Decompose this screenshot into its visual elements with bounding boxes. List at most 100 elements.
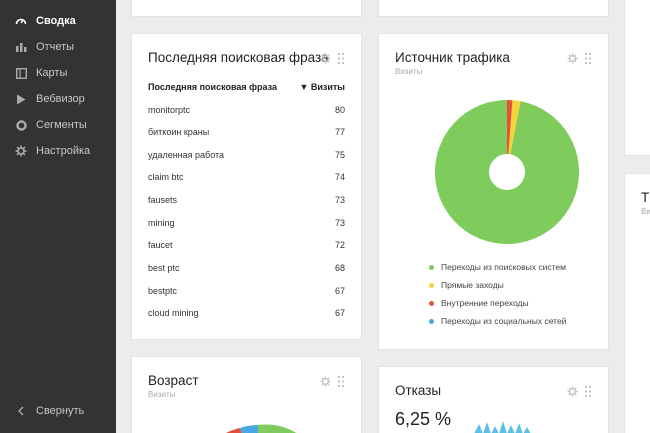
visits-cell: 80 bbox=[334, 105, 345, 115]
widget-age: Возраст Визиты bbox=[131, 356, 362, 433]
chevron-left-icon bbox=[15, 405, 27, 417]
visits-cell: 67 bbox=[334, 308, 345, 318]
gear-icon[interactable] bbox=[567, 51, 578, 69]
table-row: cloud mining 67 bbox=[148, 308, 345, 318]
gear-icon[interactable] bbox=[320, 51, 331, 69]
widget-title: Отказы bbox=[395, 383, 442, 398]
legend-item: Переходы из социальных сетей bbox=[429, 316, 566, 326]
visits-cell: 73 bbox=[334, 218, 345, 228]
sidebar-item-label: Вебвизор bbox=[36, 93, 85, 105]
widget-tools bbox=[320, 51, 345, 69]
phrase-cell: best ptc bbox=[148, 263, 180, 273]
widget-subtitle: Визиты bbox=[395, 67, 423, 76]
sidebar-item-reports[interactable]: Отчеты bbox=[0, 34, 116, 60]
phrase-cell: claim btc bbox=[148, 172, 184, 182]
sidebar-item-label: Сводка bbox=[36, 15, 76, 27]
phrase-cell: monitorptc bbox=[148, 105, 191, 115]
phrase-cell: удаленная работа bbox=[148, 150, 225, 160]
widget-title: Т bbox=[641, 190, 650, 205]
visits-cell: 68 bbox=[334, 263, 345, 273]
visits-cell: 77 bbox=[334, 127, 345, 137]
phrase-cell: faucet bbox=[148, 240, 173, 250]
sidebar-item-label: Настройка bbox=[36, 145, 91, 157]
visits-cell: 75 bbox=[334, 150, 345, 160]
traffic-pie-chart bbox=[435, 100, 579, 244]
legend-item: Переходы из поисковых систем bbox=[429, 262, 566, 272]
drag-handle-icon[interactable] bbox=[338, 374, 345, 392]
table-row: bestptc 67 bbox=[148, 286, 345, 296]
legend-label: Внутренние переходы bbox=[441, 298, 529, 308]
widget-right-partial-2: Т Визи bbox=[624, 173, 650, 433]
sidebar-item-label: Карты bbox=[36, 67, 68, 79]
legend-item: Прямые заходы bbox=[429, 280, 504, 290]
sidebar-item-settings[interactable]: Настройка bbox=[0, 138, 116, 164]
age-chart-partial bbox=[225, 424, 297, 433]
donut-hole bbox=[489, 154, 525, 190]
drag-handle-icon[interactable] bbox=[338, 51, 345, 69]
widget-top-left-partial bbox=[131, 0, 362, 17]
widget-tools bbox=[320, 374, 345, 392]
drag-handle-icon[interactable] bbox=[585, 384, 592, 402]
sidebar-item-label: Сегменты bbox=[36, 119, 87, 131]
sidebar: Сводка Отчеты Карты Вебвизор Сегменты На… bbox=[0, 0, 116, 433]
legend-swatch bbox=[429, 282, 434, 288]
widget-tools bbox=[567, 384, 592, 402]
widget-top-right-partial bbox=[378, 0, 609, 17]
widget-title: Источник трафика bbox=[395, 50, 510, 65]
table-row: monitorptc 80 bbox=[148, 105, 345, 115]
table-row: биткоин краны 77 bbox=[148, 127, 345, 137]
legend-label: Переходы из социальных сетей bbox=[441, 316, 567, 326]
table-row: claim btc 74 bbox=[148, 172, 345, 182]
widget-bounce: Отказы 6,25 % bbox=[378, 366, 609, 433]
segments-icon bbox=[15, 119, 27, 131]
drag-handle-icon[interactable] bbox=[585, 51, 592, 69]
phrase-cell: bestptc bbox=[148, 286, 178, 296]
visits-cell: 73 bbox=[334, 195, 345, 205]
table-row: mining 73 bbox=[148, 218, 345, 228]
phrase-cell: биткоин краны bbox=[148, 127, 210, 137]
legend-label: Прямые заходы bbox=[441, 280, 504, 290]
sidebar-item-webvisor[interactable]: Вебвизор bbox=[0, 86, 116, 112]
table-row: fausets 73 bbox=[148, 195, 345, 205]
column-header-visits[interactable]: ▼ Визиты bbox=[299, 82, 345, 92]
legend-swatch bbox=[429, 264, 434, 270]
map-icon bbox=[15, 67, 27, 79]
widget-tools bbox=[567, 51, 592, 69]
legend-swatch bbox=[429, 300, 434, 306]
dashboard-icon bbox=[15, 15, 27, 27]
table-row: best ptc 68 bbox=[148, 263, 345, 273]
collapse-button[interactable]: Свернуть bbox=[0, 398, 116, 424]
phrase-cell: fausets bbox=[148, 195, 178, 205]
gear-icon[interactable] bbox=[567, 384, 578, 402]
legend-label: Переходы из поисковых систем bbox=[441, 262, 566, 272]
visits-cell: 74 bbox=[334, 172, 345, 182]
widget-right-partial-1 bbox=[624, 0, 650, 156]
table-header: Последняя поисковая фраза ▼ Визиты bbox=[148, 82, 345, 92]
widget-search-phrase: Последняя поисковая фраза Последняя поис… bbox=[131, 33, 362, 340]
sidebar-item-maps[interactable]: Карты bbox=[0, 60, 116, 86]
collapse-label: Свернуть bbox=[36, 405, 85, 417]
sidebar-item-label: Отчеты bbox=[36, 41, 75, 53]
widget-subtitle: Визиты bbox=[148, 390, 176, 399]
sidebar-item-summary[interactable]: Сводка bbox=[0, 8, 116, 34]
widget-traffic-source: Источник трафика Визиты Переходы из поис… bbox=[378, 33, 609, 350]
gear-icon bbox=[15, 145, 27, 157]
play-icon bbox=[15, 93, 27, 105]
table-row: удаленная работа 75 bbox=[148, 150, 345, 160]
sidebar-item-segments[interactable]: Сегменты bbox=[0, 112, 116, 138]
widget-title: Возраст bbox=[148, 373, 199, 388]
visits-cell: 72 bbox=[334, 240, 345, 250]
bar-chart-icon bbox=[15, 41, 27, 53]
dashboard-area: Последняя поисковая фраза Последняя поис… bbox=[116, 0, 650, 433]
widget-subtitle: Визи bbox=[641, 207, 650, 216]
column-header-phrase[interactable]: Последняя поисковая фраза bbox=[148, 82, 277, 92]
widget-title: Последняя поисковая фраза bbox=[148, 50, 329, 65]
visits-cell: 67 bbox=[334, 286, 345, 296]
legend-swatch bbox=[429, 318, 434, 324]
table-row: faucet 72 bbox=[148, 240, 345, 250]
phrase-cell: mining bbox=[148, 218, 175, 228]
legend-item: Внутренние переходы bbox=[429, 298, 529, 308]
bounce-value: 6,25 % bbox=[395, 409, 452, 429]
gear-icon[interactable] bbox=[320, 374, 331, 392]
bounce-sparkline bbox=[474, 421, 531, 433]
